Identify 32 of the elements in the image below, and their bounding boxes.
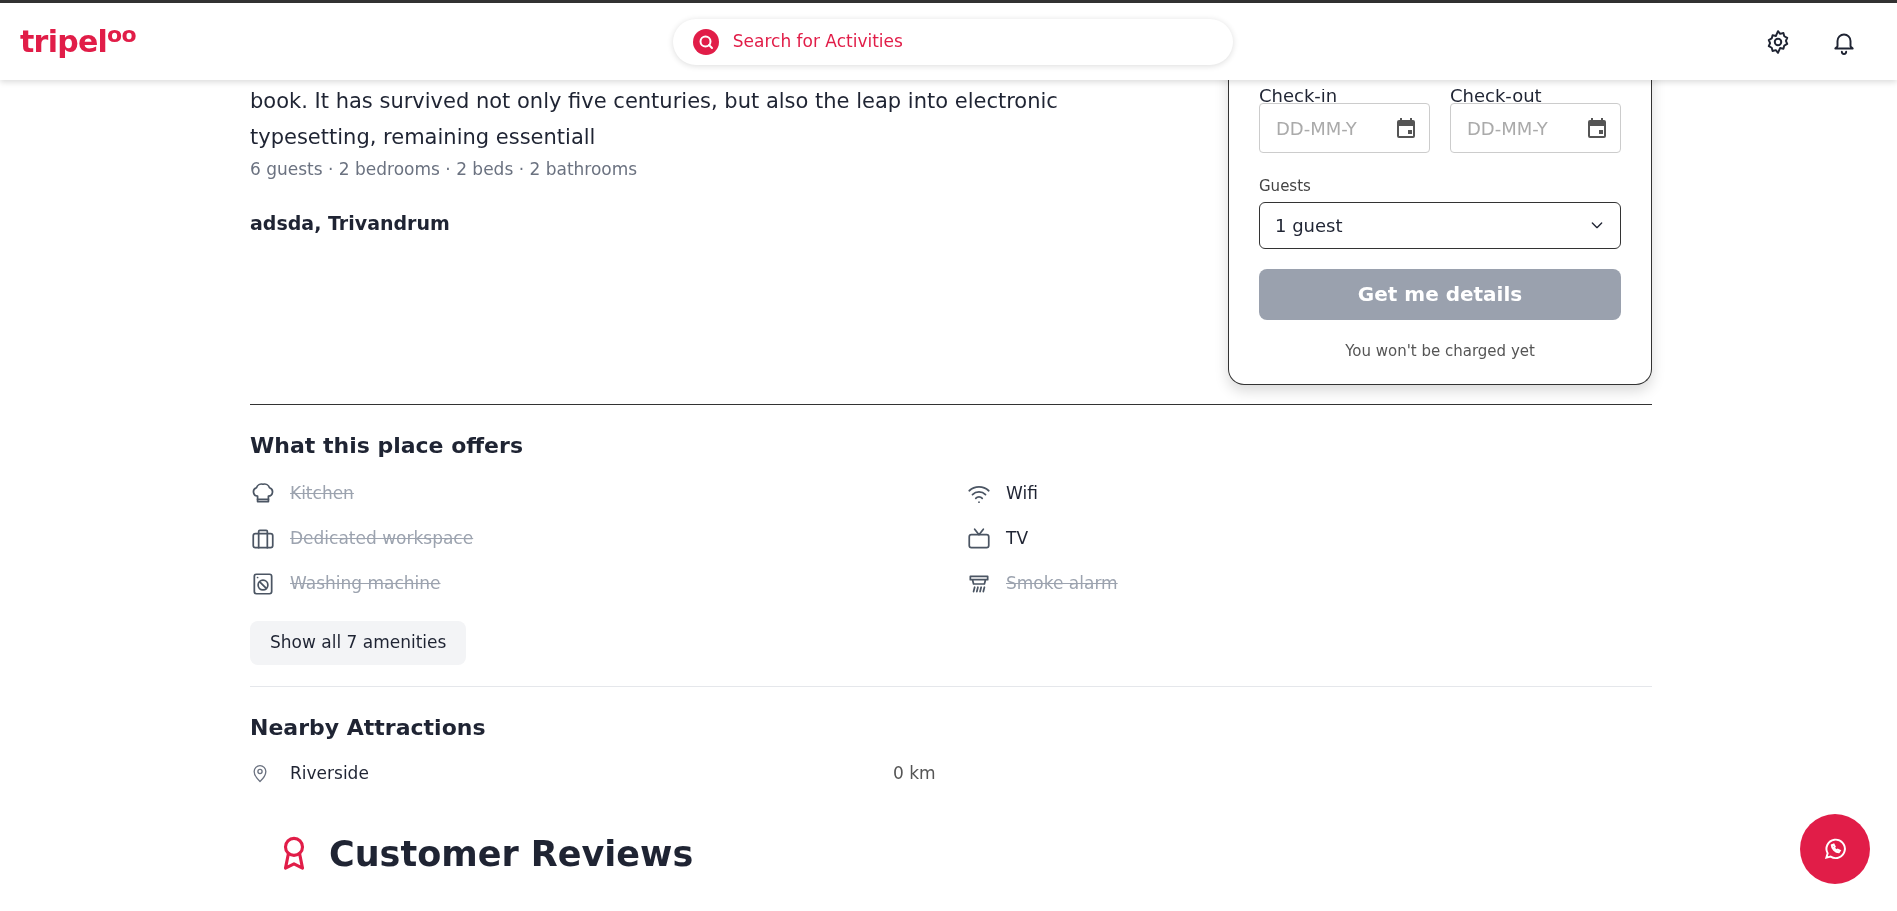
section-heading: What this place offers: [250, 432, 524, 460]
show-all-amenities-button[interactable]: Show all 7 amenities: [250, 621, 467, 665]
section-heading: Nearby Attractions: [250, 714, 487, 742]
amenity-label: Smoke alarm: [1006, 572, 1118, 596]
search-icon: [692, 28, 719, 55]
attraction-distance: 0 km: [893, 762, 936, 786]
calendar-icon[interactable]: [1394, 116, 1418, 140]
washing-machine-icon: [250, 571, 276, 597]
guests-label: Guests: [1259, 176, 1312, 197]
date-field[interactable]: DD-MM-Y: [1450, 103, 1621, 153]
listing-facts: 6 guests · 2 bedrooms · 2 beds · 2 bathrooms: [250, 158, 639, 181]
amenity-label: Wifi: [1006, 482, 1038, 506]
amenity-label: Washing machine: [290, 572, 441, 596]
attraction-name: Riverside: [290, 762, 370, 786]
amenity-label: TV: [1006, 527, 1028, 551]
date-label: Check-in: [1259, 89, 1339, 103]
guests-select[interactable]: 1 guest: [1259, 201, 1621, 249]
settings-icon[interactable]: [1765, 28, 1791, 55]
briefcase-icon: [250, 526, 276, 552]
charge-note: You won't be charged yet: [1344, 340, 1536, 362]
amenity-label: Kitchen: [290, 482, 354, 506]
search-input[interactable]: Search for Activities: [732, 28, 1213, 55]
date-field[interactable]: DD-MM-Y: [1259, 103, 1430, 153]
calendar-icon[interactable]: [1585, 116, 1609, 140]
amenity-label: Dedicated workspace: [290, 527, 474, 551]
reviews-heading: Customer Reviews: [329, 833, 694, 876]
tv-icon: [966, 526, 992, 552]
listing-location: adsda, Trivandrum: [250, 210, 451, 236]
date-label: Check-out: [1450, 89, 1543, 103]
search-field[interactable]: Search for Activities: [672, 18, 1233, 65]
chat-phone-icon: [1822, 836, 1848, 862]
listing-description: book. It has survived not only five centuries, but also the leap into electronic typesetting, remaining essentiall: [250, 88, 1059, 151]
